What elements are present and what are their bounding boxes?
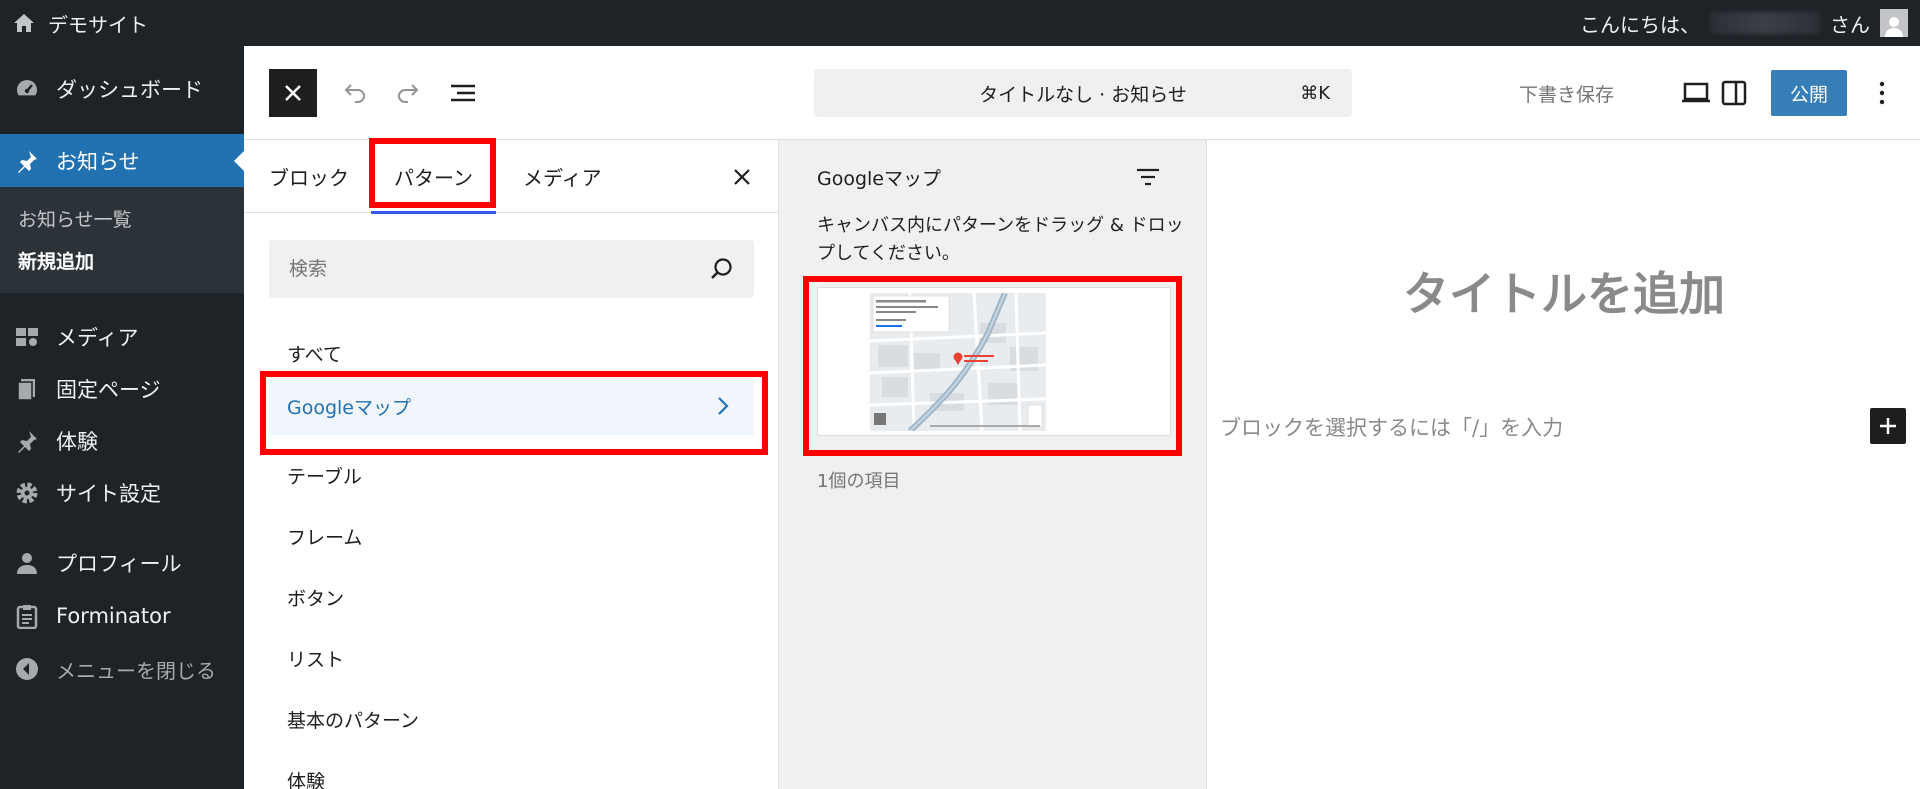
sidebar-item-site-settings[interactable]: サイト設定 [0,471,244,515]
publish-button[interactable]: 公開 [1771,70,1847,116]
pattern-count: 1個の項目 [817,471,901,492]
sidebar-item-news[interactable]: お知らせ [0,134,244,187]
sidebar-item-label: プロフィール [56,552,182,576]
sidebar-item-label: Forminator [56,604,171,628]
laptop-icon [1682,82,1710,103]
search-icon [711,258,732,279]
pattern-list-panel: Googleマップ キャンバス内にパターンをドラッグ & ドロップしてください。 [779,140,1207,789]
admin-sidebar: ダッシュボード お知らせ お知らせ一覧 新規追加 メディア 固定ページ 体験 サ… [0,46,244,789]
sidebar-item-pages[interactable]: 固定ページ [0,367,244,411]
command-shortcut: ⌘K [1300,82,1330,104]
map-image [870,293,1046,431]
options-button[interactable] [1858,69,1906,117]
sidebar-collapse-menu[interactable]: メニューを閉じる [0,647,244,691]
blurred-username [1710,12,1820,34]
document-title: タイトルなし · お知らせ [979,83,1187,106]
inserter-tabs: ブロック パターン メディア [244,140,779,214]
tab-label: パターン [394,166,473,190]
close-panel-button[interactable] [729,164,755,190]
redo-button[interactable] [385,69,433,117]
sidebar-item-label: 固定ページ [56,378,161,402]
add-block-button[interactable] [1870,408,1906,444]
undo-button[interactable] [330,69,378,117]
clipboard-icon [14,603,40,629]
filter-icon[interactable] [1133,162,1163,192]
greeting-suffix: さん [1830,12,1870,37]
pattern-instructions: キャンバス内にパターンをドラッグ & ドロップしてください。 [817,215,1184,264]
sidebar-item-label: お知らせ [56,149,140,174]
pattern-search-input[interactable] [269,240,754,298]
block-placeholder[interactable]: ブロックを選択するには「/」を入力 [1220,412,1563,442]
redo-icon [398,84,419,103]
sidebar-item-dashboard[interactable]: ダッシュボード [0,66,244,112]
sidebar-item-experience[interactable]: 体験 [0,419,244,463]
sidebar-item-label: 体験 [56,430,98,454]
news-submenu: お知らせ一覧 新規追加 [0,187,244,293]
pin-icon [14,148,40,174]
editor-header: タイトルなし · お知らせ ⌘K 下書き保存 公開 [244,46,1920,140]
tab-label: メディア [523,166,602,190]
list-view-icon [451,84,475,102]
post-title-placeholder[interactable]: タイトルを追加 [1208,258,1920,324]
tab-blocks[interactable]: ブロック [269,140,349,213]
tab-patterns[interactable]: パターン [371,140,496,214]
submenu-item-news-list[interactable]: お知らせ一覧 [18,205,132,232]
avatar[interactable] [1880,9,1908,37]
document-title-bar[interactable]: タイトルなし · お知らせ ⌘K [814,69,1352,117]
editor-canvas: タイトルを追加 ブロックを選択するには「/」を入力 [1208,140,1920,789]
chevron-right-icon [718,397,729,415]
gear-icon [14,480,40,506]
category-label: Googleマップ [287,396,412,419]
close-inserter-button[interactable] [269,69,317,117]
settings-panel-button[interactable] [1710,69,1758,117]
save-draft-button[interactable]: 下書き保存 [1519,69,1614,117]
close-icon [734,169,750,185]
category-table[interactable]: テーブル [287,462,362,489]
category-google-maps[interactable]: Googleマップ [269,377,754,435]
greeting-text: こんにちは、 [1580,12,1700,37]
category-all[interactable]: すべて [287,340,342,367]
document-overview-button[interactable] [440,69,488,117]
category-experience[interactable]: 体験 [287,767,325,789]
site-name: デモサイト [48,12,148,37]
user-greeting[interactable]: こんにちは、 さん [1580,0,1908,46]
pattern-category-title: Googleマップ [817,168,942,190]
tab-label: ブロック [269,166,349,190]
admin-bar: デモサイト こんにちは、 さん [0,0,1920,46]
plus-icon [1880,418,1896,434]
category-list[interactable]: リスト [287,645,344,672]
sidebar-panel-icon [1721,80,1747,106]
sidebar-item-profile[interactable]: プロフィール [0,541,244,585]
user-icon [14,550,40,576]
tab-media[interactable]: メディア [523,140,602,213]
map-thumbnail [870,293,1046,431]
block-inserter-panel: ブロック パターン メディア すべて Googleマップ テーブル フレーム ボ… [244,140,779,789]
sidebar-item-label: メディア [56,326,139,350]
pin-icon [14,428,40,454]
google-map-pattern-card[interactable] [817,287,1171,436]
close-icon [285,85,301,101]
user-icon [1885,17,1903,37]
sidebar-item-label: メニューを閉じる [56,658,216,683]
site-name-link[interactable]: デモサイト [12,0,148,46]
page-icon [14,376,40,402]
sidebar-item-forminator[interactable]: Forminator [0,594,244,638]
category-basic-patterns[interactable]: 基本のパターン [287,706,419,733]
collapse-icon [14,656,40,682]
media-icon [14,324,40,350]
submenu-item-add-new[interactable]: 新規追加 [18,247,94,274]
category-frame[interactable]: フレーム [287,523,362,550]
category-button[interactable]: ボタン [287,584,344,611]
sidebar-item-label: サイト設定 [56,482,161,506]
sidebar-item-media[interactable]: メディア [0,315,244,359]
dashboard-icon [14,76,40,102]
home-icon [14,14,34,32]
sidebar-item-label: ダッシュボード [56,78,203,102]
undo-icon [344,84,365,103]
more-vertical-icon [1879,81,1885,105]
